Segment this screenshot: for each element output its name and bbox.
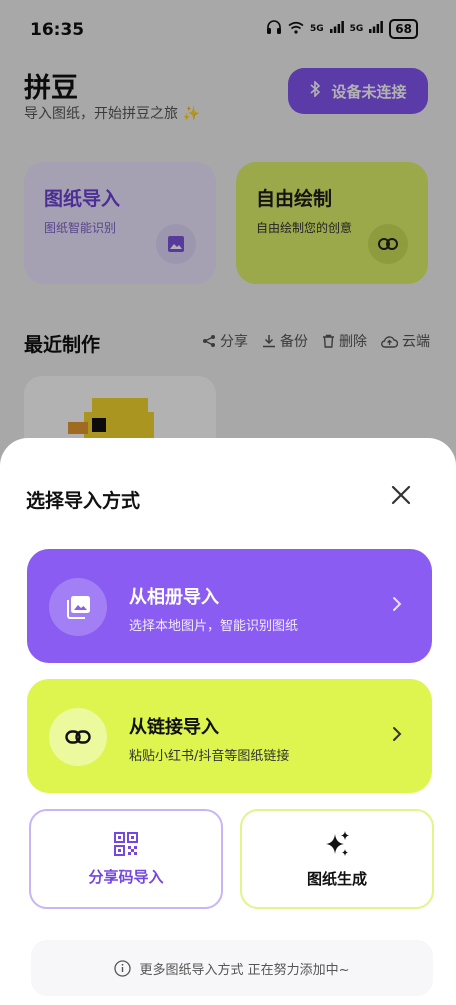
link-icon (49, 708, 107, 766)
gallery-icon (49, 578, 107, 636)
import-from-album-button[interactable]: 从相册导入 选择本地图片，智能识别图纸 (27, 549, 432, 663)
more-methods-text: 更多图纸导入方式 正在努力添加中~ (139, 962, 350, 978)
info-icon (114, 959, 132, 977)
qr-code-icon (114, 831, 138, 856)
album-option-subtitle: 选择本地图片，智能识别图纸 (129, 619, 299, 634)
import-method-sheet: 选择导入方式 从相册导入 选择本地图片，智能识别图纸 从链接导入 粘贴小红书/抖… (0, 438, 456, 1005)
link-option-title: 从链接导入 (129, 717, 219, 738)
more-methods-note: 更多图纸导入方式 正在努力添加中~ (31, 940, 433, 996)
share-code-import-button[interactable]: 分享码导入 (29, 809, 223, 909)
link-option-subtitle: 粘贴小红书/抖音等图纸链接 (129, 749, 290, 764)
close-button[interactable] (388, 482, 414, 508)
chevron-right-icon (392, 596, 402, 616)
pattern-generate-button[interactable]: 图纸生成 (240, 809, 434, 909)
album-option-title: 从相册导入 (129, 587, 219, 608)
close-icon (391, 485, 411, 505)
chevron-right-icon (392, 726, 402, 746)
sparkle-icon (326, 830, 349, 856)
share-code-import-label: 分享码导入 (88, 867, 164, 886)
pattern-generate-label: 图纸生成 (306, 869, 367, 888)
import-from-link-button[interactable]: 从链接导入 粘贴小红书/抖音等图纸链接 (27, 679, 432, 793)
sheet-title: 选择导入方式 (26, 490, 141, 512)
